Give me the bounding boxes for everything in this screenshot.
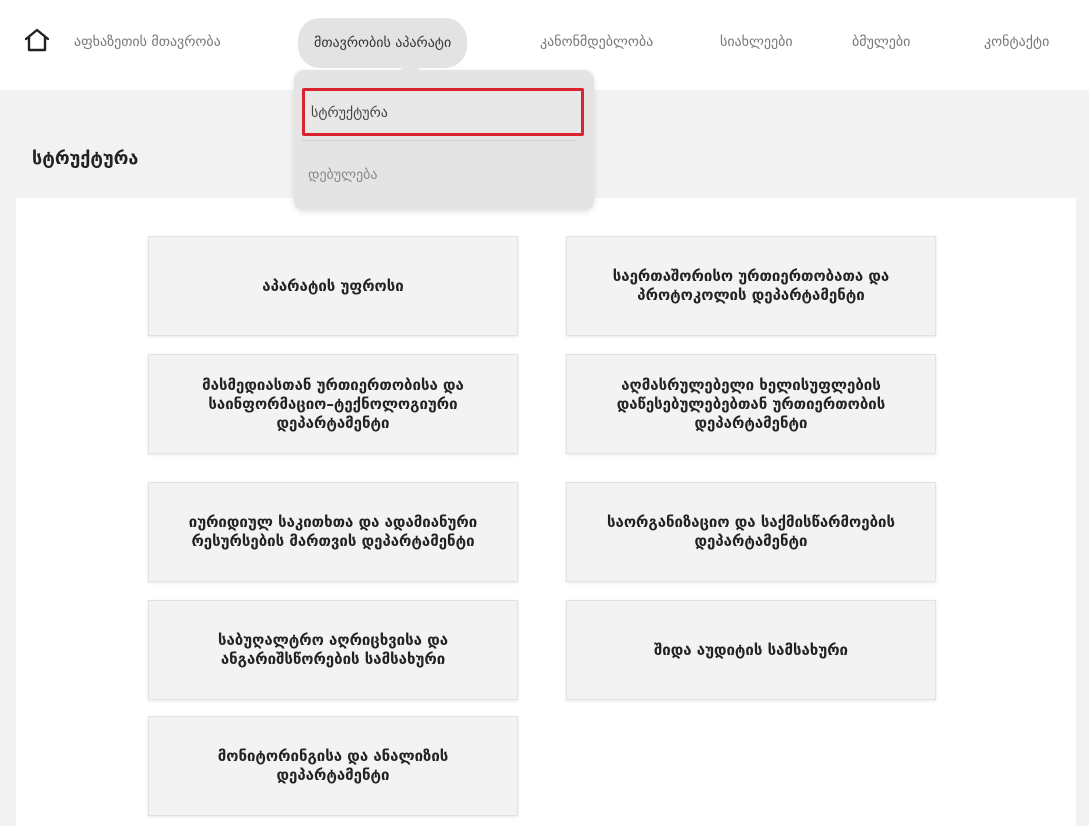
dropdown-menu: სტრუქტურა დებულება bbox=[294, 60, 594, 210]
dropdown-item-structure[interactable]: სტრუქტურა bbox=[302, 88, 584, 136]
nav-item-abkhazia-government[interactable]: აფხაზეთის მთავრობა bbox=[74, 27, 221, 57]
card-mass-media[interactable]: მასმედიასთან ურთიერთობისა და საინფორმაცი… bbox=[148, 354, 518, 454]
page-title: სტრუქტურა bbox=[32, 148, 139, 169]
nav-item-contact[interactable]: კონტაქტი bbox=[984, 27, 1049, 57]
dropdown-item-regulations[interactable]: დებულება bbox=[302, 160, 584, 190]
card-accounting[interactable]: საბუღალტრო აღრიცხვისა და ანგარიშსწორების… bbox=[148, 600, 518, 700]
card-monitoring[interactable]: მონიტორინგისა და ანალიზის დეპარტამენტი bbox=[148, 716, 518, 816]
dropdown-divider bbox=[302, 140, 576, 141]
home-icon[interactable] bbox=[24, 28, 50, 52]
card-organizational[interactable]: საორგანიზაციო და საქმისწარმოების დეპარტა… bbox=[566, 482, 936, 582]
nav-item-legislation[interactable]: კანონმდებლობა bbox=[540, 27, 653, 57]
nav-item-links[interactable]: ბმულები bbox=[852, 27, 910, 57]
card-internal-audit[interactable]: შიდა აუდიტის სამსახური bbox=[566, 600, 936, 700]
card-apparatus-head[interactable]: აპარატის უფროსი bbox=[148, 236, 518, 336]
main-content: სტრუქტურა აპარატის უფროსი საერთაშორისო უ… bbox=[16, 126, 1076, 826]
card-international-relations[interactable]: საერთაშორისო ურთიერთობათა და პროტოკოლის … bbox=[566, 236, 936, 336]
card-legal-hr[interactable]: იურიდიულ საკითხთა და ადამიანური რესურსებ… bbox=[148, 482, 518, 582]
nav-item-news[interactable]: სიახლეები bbox=[720, 27, 793, 57]
card-executive-relations[interactable]: აღმასრულებელი ხელისუფლების დაწესებულებებ… bbox=[566, 354, 936, 454]
nav-item-government-apparatus[interactable]: მთავრობის აპარატი bbox=[298, 18, 468, 68]
